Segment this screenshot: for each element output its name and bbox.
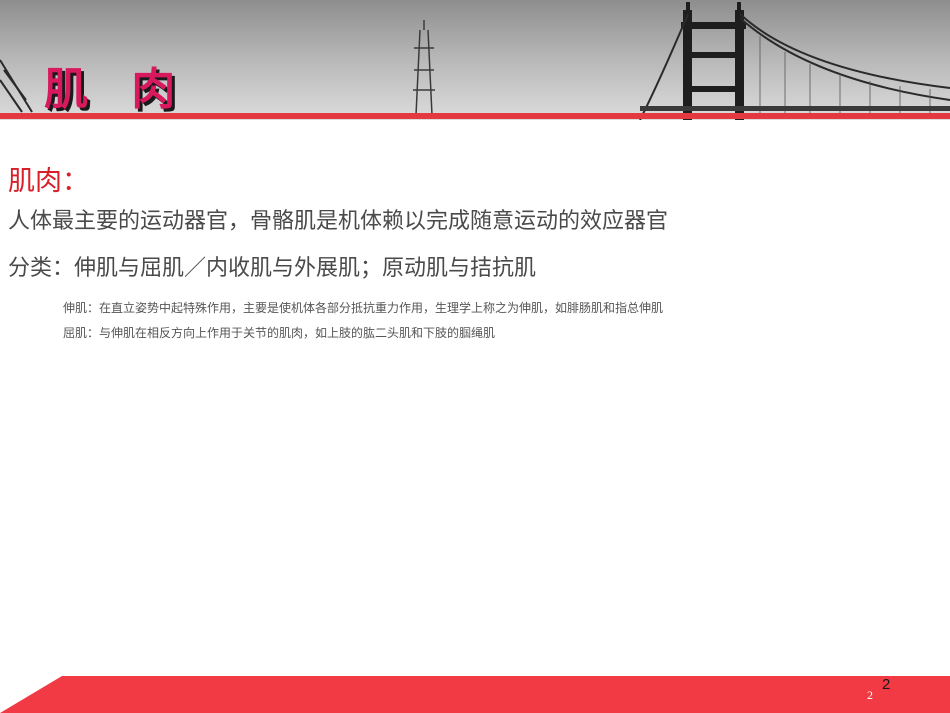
section-label: 肌肉： bbox=[8, 166, 89, 197]
definition-text: 人体最主要的运动器官，骨骼肌是机体赖以完成随意运动的效应器官 bbox=[8, 209, 669, 234]
slide-title: 肌 肉 bbox=[44, 64, 190, 115]
note-flexor: 屈肌：与伸肌在相反方向上作用于关节的肌肉，如上肢的肱二头肌和下肢的腘绳肌 bbox=[63, 326, 496, 340]
page-number-small: 2 bbox=[867, 688, 873, 702]
classification-text: 分类：伸肌与屈肌／内收肌与外展肌；原动肌与拮抗肌 bbox=[8, 256, 537, 281]
header-banner: 肌 肉 bbox=[0, 0, 950, 120]
page-number: 2 bbox=[882, 676, 891, 693]
footer-band bbox=[0, 676, 950, 713]
note-extensor: 伸肌：在直立姿势中起特殊作用，主要是使机体各部分抵抗重力作用，生理学上称之为伸肌… bbox=[63, 301, 664, 315]
